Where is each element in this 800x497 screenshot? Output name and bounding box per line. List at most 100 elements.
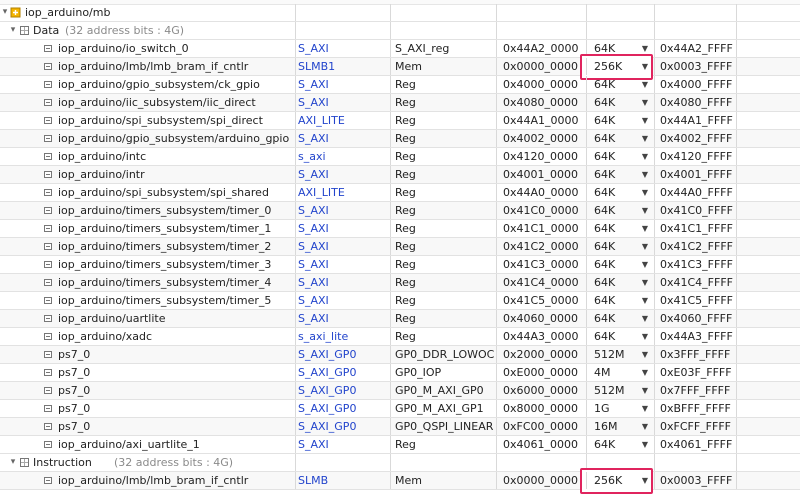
offset-address[interactable]: 0x44A1_0000 (503, 112, 585, 129)
offset-address[interactable]: 0x4120_0000 (503, 148, 585, 165)
segment-row[interactable]: iop_arduino/timers_subsystem/timer_2 S_AX… (0, 238, 800, 256)
offset-address[interactable]: 0xE000_0000 (503, 364, 585, 381)
interface-link[interactable]: S_AXI (298, 274, 388, 291)
interface-link[interactable]: AXI_LITE (298, 112, 388, 129)
offset-address[interactable]: 0x41C4_0000 (503, 274, 585, 291)
offset-address[interactable]: 0x4061_0000 (503, 436, 585, 453)
range-select[interactable]: 64K ▼ (594, 40, 652, 57)
segment-row[interactable]: iop_arduino/timers_subsystem/timer_0 S_AX… (0, 202, 800, 220)
range-select[interactable]: 512M ▼ (594, 382, 652, 399)
dropdown-arrow-icon[interactable]: ▼ (642, 472, 648, 489)
offset-address[interactable]: 0x4000_0000 (503, 76, 585, 93)
interface-link[interactable]: SLMB (298, 472, 388, 489)
dropdown-arrow-icon[interactable]: ▼ (642, 238, 648, 255)
dropdown-arrow-icon[interactable]: ▼ (642, 418, 648, 435)
interface-link[interactable]: S_AXI (298, 166, 388, 183)
interface-link[interactable]: S_AXI (298, 94, 388, 111)
range-select[interactable]: 16M ▼ (594, 418, 652, 435)
segment-row[interactable]: iop_arduino/iic_subsystem/iic_direct S_AX… (0, 94, 800, 112)
interface-link[interactable]: S_AXI_GP0 (298, 382, 388, 399)
segment-row[interactable]: iop_arduino/xadc s_axi_lite Reg 0x44A3_0000… (0, 328, 800, 346)
interface-link[interactable]: S_AXI (298, 220, 388, 237)
interface-link[interactable]: S_AXI (298, 310, 388, 327)
segment-row[interactable]: iop_arduino/intc s_axi Reg 0x4120_0000 64K ▼ 0… (0, 148, 800, 166)
offset-address[interactable]: 0x6000_0000 (503, 382, 585, 399)
interface-link[interactable]: s_axi (298, 148, 388, 165)
segment-row[interactable]: iop_arduino/io_switch_0 S_AXI S_AXI_reg 0x4… (0, 40, 800, 58)
offset-address[interactable]: 0x4001_0000 (503, 166, 585, 183)
offset-address[interactable]: 0x41C2_0000 (503, 238, 585, 255)
dropdown-arrow-icon[interactable]: ▼ (642, 166, 648, 183)
range-select[interactable]: 64K ▼ (594, 238, 652, 255)
interface-link[interactable]: S_AXI (298, 40, 388, 57)
segment-row[interactable]: iop_arduino/timers_subsystem/timer_3 S_AX… (0, 256, 800, 274)
offset-address[interactable]: 0x4060_0000 (503, 310, 585, 327)
range-select[interactable]: 64K ▼ (594, 184, 652, 201)
dropdown-arrow-icon[interactable]: ▼ (642, 364, 648, 381)
dropdown-arrow-icon[interactable]: ▼ (642, 292, 648, 309)
interface-link[interactable]: S_AXI (298, 292, 388, 309)
dropdown-arrow-icon[interactable]: ▼ (642, 184, 648, 201)
offset-address[interactable]: 0x41C3_0000 (503, 256, 585, 273)
offset-address[interactable]: 0x4002_0000 (503, 130, 585, 147)
offset-address[interactable]: 0x41C5_0000 (503, 292, 585, 309)
range-select[interactable]: 64K ▼ (594, 328, 652, 345)
segment-row[interactable]: iop_arduino/gpio_subsystem/ck_gpio S_AXI R… (0, 76, 800, 94)
segment-row[interactable]: iop_arduino/spi_subsystem/spi_direct AXI_… (0, 112, 800, 130)
range-select[interactable]: 64K ▼ (594, 94, 652, 111)
interface-link[interactable]: S_AXI_GP0 (298, 346, 388, 363)
chevron-down-icon[interactable]: ▾ (8, 454, 18, 471)
dropdown-arrow-icon[interactable]: ▼ (642, 40, 648, 57)
segment-row[interactable]: ps7_0 S_AXI_GP0 GP0_IOP 0xE000_0000 4M ▼ 0xE03… (0, 364, 800, 382)
offset-address[interactable]: 0x4080_0000 (503, 94, 585, 111)
segment-row[interactable]: iop_arduino/axi_uartlite_1 S_AXI Reg 0x4061… (0, 436, 800, 454)
segment-row[interactable]: iop_arduino/gpio_subsystem/arduino_gpio S… (0, 130, 800, 148)
dropdown-arrow-icon[interactable]: ▼ (642, 400, 648, 417)
interface-link[interactable]: S_AXI (298, 76, 388, 93)
range-select[interactable]: 64K ▼ (594, 292, 652, 309)
range-select[interactable]: 64K ▼ (594, 76, 652, 93)
segment-row[interactable]: iop_arduino/timers_subsystem/timer_4 S_AX… (0, 274, 800, 292)
interface-link[interactable]: S_AXI (298, 256, 388, 273)
dropdown-arrow-icon[interactable]: ▼ (642, 94, 648, 111)
dropdown-arrow-icon[interactable]: ▼ (642, 310, 648, 327)
interface-link[interactable]: S_AXI (298, 238, 388, 255)
interface-link[interactable]: S_AXI_GP0 (298, 364, 388, 381)
range-select[interactable]: 64K ▼ (594, 202, 652, 219)
range-select[interactable]: 64K ▼ (594, 274, 652, 291)
segment-row[interactable]: iop_arduino/lmb/lmb_bram_if_cntlr SLMB Mem… (0, 468, 800, 494)
chevron-down-icon[interactable]: ▾ (0, 4, 10, 21)
range-select[interactable]: 256K ▼ (594, 58, 652, 75)
segment-row[interactable]: iop_arduino/spi_subsystem/spi_shared AXI_… (0, 184, 800, 202)
offset-address[interactable]: 0x44A0_0000 (503, 184, 585, 201)
offset-address[interactable]: 0x44A3_0000 (503, 328, 585, 345)
interface-link[interactable]: S_AXI (298, 436, 388, 453)
offset-address[interactable]: 0x8000_0000 (503, 400, 585, 417)
dropdown-arrow-icon[interactable]: ▼ (642, 112, 648, 129)
dropdown-arrow-icon[interactable]: ▼ (642, 220, 648, 237)
segment-row[interactable]: iop_arduino/lmb/lmb_bram_if_cntlr SLMB1 Me… (0, 54, 800, 80)
dropdown-arrow-icon[interactable]: ▼ (642, 76, 648, 93)
offset-address[interactable]: 0xFC00_0000 (503, 418, 585, 435)
dropdown-arrow-icon[interactable]: ▼ (642, 382, 648, 399)
offset-address[interactable]: 0x0000_0000 (503, 58, 585, 75)
interface-link[interactable]: AXI_LITE (298, 184, 388, 201)
dropdown-arrow-icon[interactable]: ▼ (642, 256, 648, 273)
range-select[interactable]: 64K ▼ (594, 310, 652, 327)
dropdown-arrow-icon[interactable]: ▼ (642, 346, 648, 363)
range-select[interactable]: 64K ▼ (594, 166, 652, 183)
address-space-row-data[interactable]: ▾ Data (32 address bits : 4G) (0, 22, 800, 40)
segment-row[interactable]: ps7_0 S_AXI_GP0 GP0_M_AXI_GP0 0x6000_0000 51… (0, 382, 800, 400)
chevron-down-icon[interactable]: ▾ (8, 22, 18, 39)
dropdown-arrow-icon[interactable]: ▼ (642, 130, 648, 147)
range-select[interactable]: 4M ▼ (594, 364, 652, 381)
interface-link[interactable]: S_AXI_GP0 (298, 400, 388, 417)
offset-address[interactable]: 0x41C1_0000 (503, 220, 585, 237)
offset-address[interactable]: 0x44A2_0000 (503, 40, 585, 57)
interface-link[interactable]: s_axi_lite (298, 328, 388, 345)
address-space-row-instruction[interactable]: ▾ Instruction (32 address bits : 4G) (0, 454, 800, 472)
dropdown-arrow-icon[interactable]: ▼ (642, 328, 648, 345)
range-select[interactable]: 64K ▼ (594, 130, 652, 147)
segment-row[interactable]: ps7_0 S_AXI_GP0 GP0_M_AXI_GP1 0x8000_0000 1G… (0, 400, 800, 418)
segment-row[interactable]: iop_arduino/timers_subsystem/timer_5 S_AX… (0, 292, 800, 310)
